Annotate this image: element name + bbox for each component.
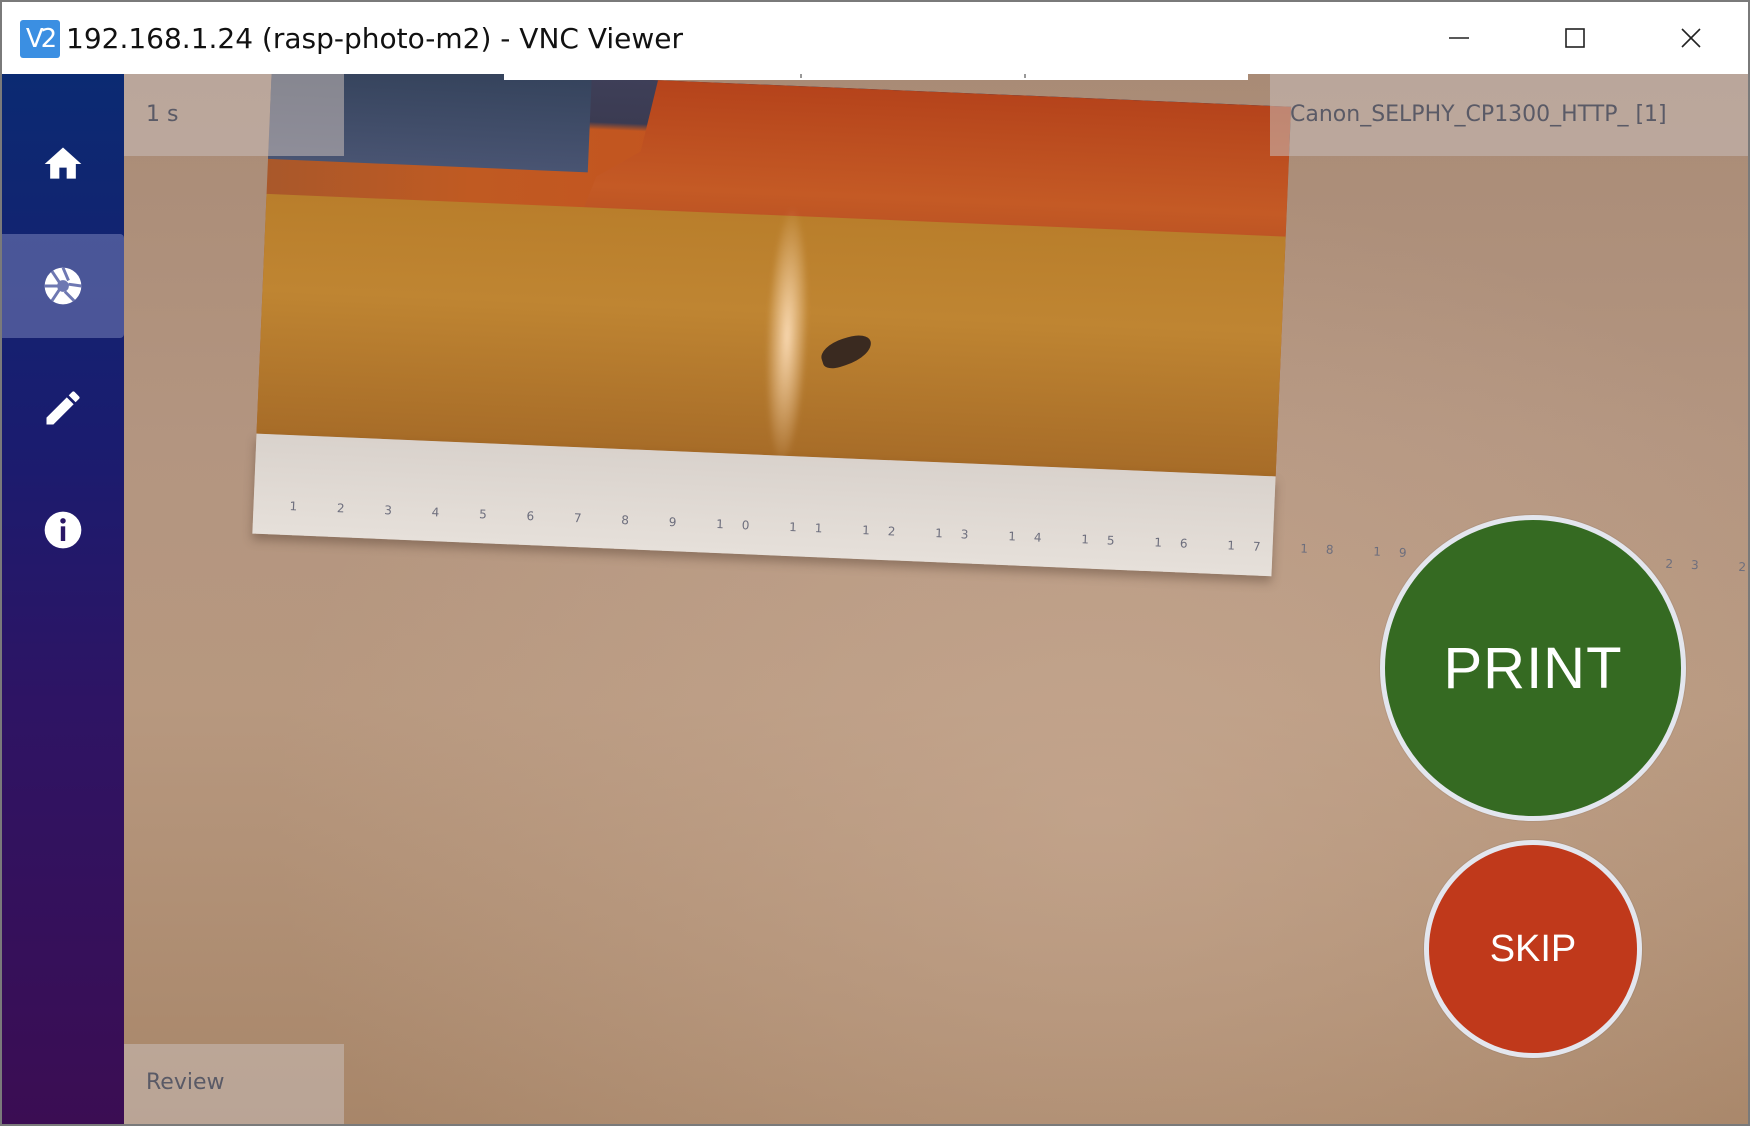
title-bar[interactable]: V2 192.168.1.24 (rasp-photo-m2) - VNC Vi… [2,2,1748,74]
camera-shutter-icon [44,267,82,305]
home-icon [44,147,82,179]
pencil-icon [46,391,80,425]
vnc-viewer-window: V2 192.168.1.24 (rasp-photo-m2) - VNC Vi… [0,0,1750,1126]
sidebar-item-home[interactable] [2,112,124,216]
vnc-toolbar-handle[interactable] [504,74,1248,80]
vnc-app-icon: V2 [20,20,60,58]
mode-label: Review [124,1044,344,1124]
sidebar-item-info[interactable] [2,478,124,582]
close-icon [1681,28,1701,48]
skip-button[interactable]: SKIP [1424,840,1642,1058]
info-icon [44,511,82,549]
wall-calendar-photo: 1 2 3 4 5 6 7 8 9 10 11 12 13 14 15 16 1… [252,74,1748,594]
sidebar-item-edit[interactable] [2,356,124,460]
maximize-icon [1565,28,1585,48]
print-button[interactable]: PRINT [1380,515,1686,821]
maximize-button[interactable] [1517,2,1633,74]
countdown-timer: 1 s [124,74,344,156]
sidebar-nav [2,74,124,1124]
minimize-icon [1449,37,1469,39]
close-button[interactable] [1633,2,1749,74]
window-title: 192.168.1.24 (rasp-photo-m2) - VNC Viewe… [66,22,684,55]
remote-screen[interactable]: 1 2 3 4 5 6 7 8 9 10 11 12 13 14 15 16 1… [2,74,1748,1124]
minimize-button[interactable] [1401,2,1517,74]
printer-name: Canon_SELPHY_CP1300_HTTP_ [1] [1270,74,1748,156]
sidebar-item-capture[interactable] [2,234,124,338]
